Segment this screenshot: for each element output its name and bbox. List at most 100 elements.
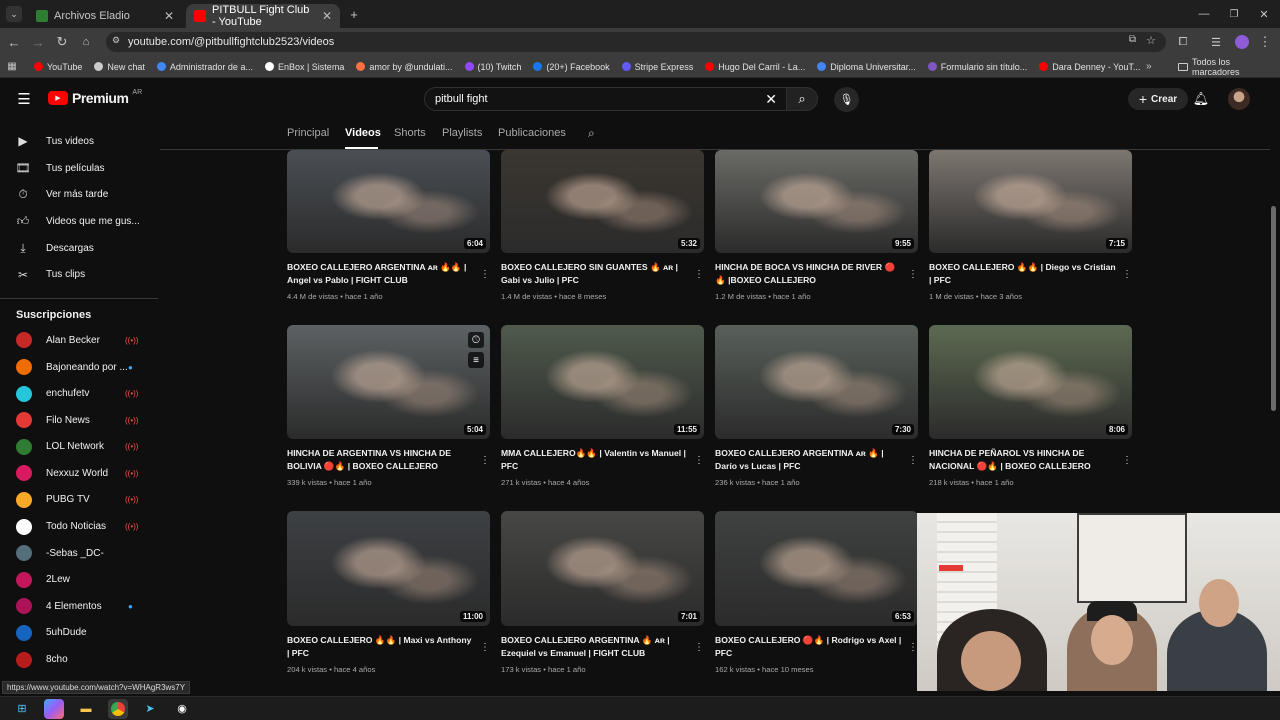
search-button[interactable]: ⌕ — [786, 87, 818, 111]
video-options-icon[interactable]: ⋮ — [694, 269, 704, 280]
video-title[interactable]: MMA CALLEJERO🔥🔥 | Valentin vs Manuel | P… — [501, 447, 704, 473]
tab-playlists[interactable]: Playlists — [442, 127, 482, 139]
watch-later-icon[interactable]: 🕓︎ — [468, 332, 484, 348]
hamburger-menu-icon[interactable]: ☰ — [16, 90, 32, 108]
video-thumbnail[interactable]: 6:53 — [715, 511, 918, 626]
video-thumbnail[interactable]: 7:01 — [501, 511, 704, 626]
sidebar-item[interactable]: ▶ Tus videos — [0, 128, 158, 155]
bookmark-item[interactable]: Diploma Universitar... — [817, 62, 916, 72]
subscription-item[interactable]: -Sebas _DC- — [0, 540, 158, 567]
browser-tab-youtube[interactable]: PITBULL Fight Club - YouTube ✕ — [186, 4, 340, 28]
all-bookmarks-folder[interactable]: Todos los marcadores — [1178, 57, 1280, 77]
bookmark-item[interactable]: (10) Twitch — [464, 62, 521, 72]
video-title[interactable]: BOXEO CALLEJERO ARGENTINA ᴀʀ 🔥🔥 | Angel … — [287, 261, 490, 287]
subscription-item[interactable]: Nexxuz World ((•)) — [0, 460, 158, 487]
extensions-icon[interactable]: ⧠ — [1175, 34, 1191, 50]
browser-menu-icon[interactable]: ⋮ — [1258, 34, 1272, 50]
maximize-icon[interactable]: ❐ — [1226, 6, 1242, 22]
copilot-icon[interactable] — [44, 698, 64, 719]
close-tab-icon[interactable]: ✕ — [164, 9, 174, 23]
video-card[interactable]: 11:55 MMA CALLEJERO🔥🔥 | Valentin vs Manue… — [501, 325, 704, 487]
subscription-item[interactable]: Filo News ((•)) — [0, 407, 158, 434]
file-explorer-icon[interactable]: ▬ — [76, 699, 96, 719]
sidebar-item[interactable]: ⤓ Descargas — [0, 235, 158, 262]
video-card[interactable]: 8:06 HINCHA DE PEÑAROL VS HINCHA DE NACIO… — [929, 325, 1132, 487]
home-icon[interactable]: ⌂ — [78, 34, 94, 50]
video-card[interactable]: 6:04 BOXEO CALLEJERO ARGENTINA ᴀʀ 🔥🔥 | An… — [287, 150, 490, 301]
minimize-icon[interactable]: — — [1196, 6, 1212, 22]
apps-grid-icon[interactable]: ▦ — [0, 61, 24, 72]
video-options-icon[interactable]: ⋮ — [1122, 455, 1132, 466]
create-button[interactable]: + Crear — [1128, 88, 1188, 110]
video-title[interactable]: BOXEO CALLEJERO 🔥🔥 | Diego vs Cristian |… — [929, 261, 1132, 287]
search-input[interactable]: pitbull fight ✕ — [424, 87, 788, 111]
video-card[interactable]: 11:00 BOXEO CALLEJERO 🔥🔥 | Maxi vs Anthon… — [287, 511, 490, 674]
video-options-icon[interactable]: ⋮ — [480, 642, 490, 653]
video-options-icon[interactable]: ⋮ — [480, 269, 490, 280]
tab-publicaciones[interactable]: Publicaciones — [498, 127, 566, 139]
video-thumbnail[interactable]: 7:30 — [715, 325, 918, 439]
bookmark-item[interactable]: amor by @undulati... — [356, 62, 453, 72]
tab-search-icon[interactable]: ⌄ — [6, 6, 22, 22]
sidebar-item[interactable]: 🎞︎ Tus películas — [0, 155, 158, 182]
reload-icon[interactable]: ↻ — [54, 34, 70, 50]
sidebar-item[interactable]: ⏱︎ Ver más tarde — [0, 181, 158, 208]
subscription-item[interactable]: LOL Network ((•)) — [0, 434, 158, 461]
tab-videos[interactable]: Videos — [345, 127, 381, 139]
channel-search-icon[interactable]: ⌕ — [588, 126, 595, 141]
bookmark-item[interactable]: YouTube — [34, 62, 82, 72]
video-options-icon[interactable]: ⋮ — [908, 269, 918, 280]
subscription-item[interactable]: PUBG TV ((•)) — [0, 487, 158, 514]
bookmark-item[interactable]: (20+) Facebook — [533, 62, 610, 72]
new-tab-icon[interactable]: + — [346, 6, 362, 22]
subscription-item[interactable]: Todo Noticias ((•)) — [0, 513, 158, 540]
video-options-icon[interactable]: ⋮ — [480, 455, 490, 466]
subscription-item[interactable]: 4 Elementos ● — [0, 593, 158, 620]
media-icon[interactable]: ☰ — [1208, 34, 1224, 50]
video-thumbnail[interactable]: 5:04 — [287, 325, 490, 439]
bookmark-item[interactable]: Formulario sin título... — [927, 62, 1027, 72]
install-app-icon[interactable]: ⧉ — [1129, 34, 1136, 45]
more-bookmarks-icon[interactable]: » — [1146, 61, 1152, 72]
video-title[interactable]: BOXEO CALLEJERO ARGENTINA ᴀʀ 🔥 | Darío v… — [715, 447, 918, 473]
obs-icon[interactable]: ◉ — [172, 699, 192, 719]
subscription-item[interactable]: enchufetv ((•)) — [0, 380, 158, 407]
bookmark-item[interactable]: Hugo Del Carril - La... — [705, 62, 805, 72]
bookmark-item[interactable]: EnBox | Sistema — [264, 62, 344, 72]
video-card[interactable]: 6:53 BOXEO CALLEJERO 🔴🔥 | Rodrigo vs Axel… — [715, 511, 918, 674]
subscription-item[interactable]: Bajoneando por ... ● — [0, 354, 158, 381]
add-to-queue-icon[interactable]: ≡ — [468, 352, 484, 368]
video-thumbnail[interactable]: 11:00 — [287, 511, 490, 626]
subscription-item[interactable]: 8cho — [0, 646, 158, 673]
video-title[interactable]: BOXEO CALLEJERO SIN GUANTES 🔥 ᴀʀ | Gabi … — [501, 261, 704, 287]
video-thumbnail[interactable]: 8:06 — [929, 325, 1132, 439]
window-close-icon[interactable]: ✕ — [1256, 6, 1272, 22]
account-avatar[interactable] — [1228, 88, 1250, 110]
steam-icon[interactable]: ➤ — [140, 699, 160, 719]
clear-search-icon[interactable]: ✕ — [765, 91, 777, 108]
subscription-item[interactable]: 2Lew — [0, 566, 158, 593]
voice-search-button[interactable]: 🎙 — [834, 87, 859, 112]
bookmark-item[interactable]: Administrador de a... — [156, 62, 253, 72]
forward-icon[interactable]: → — [30, 34, 46, 50]
sidebar-item[interactable]: ✂ Tus clips — [0, 261, 158, 288]
video-title[interactable]: BOXEO CALLEJERO 🔴🔥 | Rodrigo vs Axel | P… — [715, 634, 918, 660]
video-title[interactable]: BOXEO CALLEJERO ARGENTINA 🔥 ᴀʀ | Ezequie… — [501, 634, 704, 660]
video-options-icon[interactable]: ⋮ — [694, 455, 704, 466]
video-title[interactable]: HINCHA DE ARGENTINA VS HINCHA DE BOLIVIA… — [287, 447, 490, 473]
video-options-icon[interactable]: ⋮ — [694, 642, 704, 653]
subscription-item[interactable]: Alan Becker ((•)) — [0, 327, 158, 354]
bookmark-star-icon[interactable]: ☆ — [1146, 34, 1156, 47]
video-thumbnail[interactable]: 11:55 — [501, 325, 704, 439]
bookmark-item[interactable]: Dara Denney - YouT... — [1039, 62, 1140, 72]
video-card[interactable]: 7:01 BOXEO CALLEJERO ARGENTINA 🔥 ᴀʀ | Eze… — [501, 511, 704, 674]
video-thumbnail[interactable]: 5:32 — [501, 150, 704, 253]
browser-tab-archivos[interactable]: Archivos Eladio ✕ — [28, 4, 182, 28]
video-card[interactable]: 5:32 BOXEO CALLEJERO SIN GUANTES 🔥 ᴀʀ | G… — [501, 150, 704, 301]
sidebar-item[interactable]: 👍︎ Videos que me gus... — [0, 208, 158, 235]
video-title[interactable]: HINCHA DE PEÑAROL VS HINCHA DE NACIONAL … — [929, 447, 1132, 473]
video-title[interactable]: BOXEO CALLEJERO 🔥🔥 | Maxi vs Anthony | P… — [287, 634, 490, 660]
tab-principal[interactable]: Principal — [287, 127, 329, 139]
video-card[interactable]: 5:04 HINCHA DE ARGENTINA VS HINCHA DE BOL… — [287, 325, 490, 487]
site-info-icon[interactable]: ⚙ — [112, 35, 120, 46]
